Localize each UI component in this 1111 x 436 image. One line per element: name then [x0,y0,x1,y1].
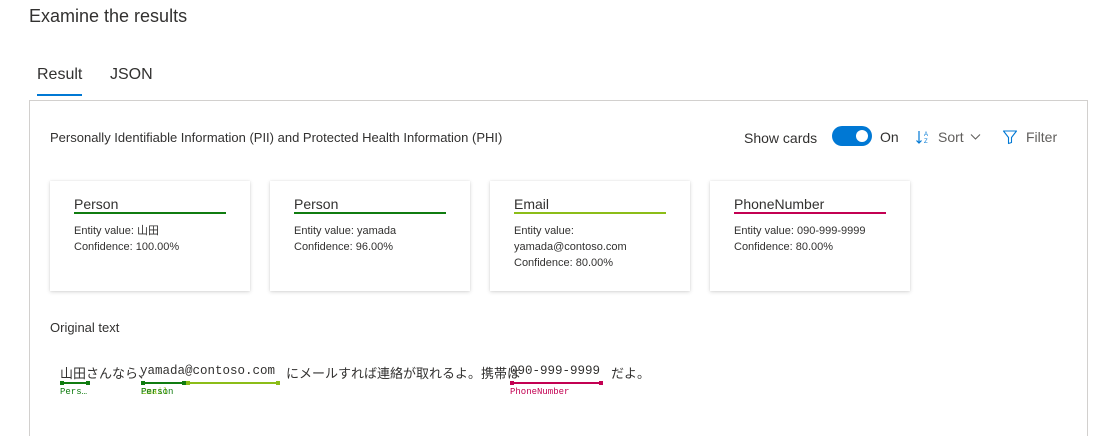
card-details: Entity value: yamada@contoso.com Confide… [514,223,679,271]
text-segment: 090-999-9999 [510,364,601,378]
card-entity-type: Person [294,196,339,212]
entity-tag-phone: PhoneNumber [510,387,570,397]
tab-result[interactable]: Result [37,64,83,96]
card-entity-type: Email [514,196,550,212]
entity-card: PhoneNumber Entity value: 090-999-9999 C… [710,181,910,291]
card-entity-value: Entity value: 山田 [74,225,159,237]
toolbar: Show cards On A Z Sort Filter [30,125,1087,149]
entity-tag-person: Pers… [60,387,88,397]
card-entity-value-label: Entity value: [514,225,574,237]
card-details: Entity value: 090-999-9999 Confidence: 8… [734,223,899,255]
entity-underline [60,381,90,385]
text-segment: だよ。 [611,366,651,381]
text-segment: yamada@contoso.com [140,364,276,378]
card-color-rule [514,212,666,214]
original-text-title: Original text [50,320,120,335]
toggle-state-label: On [880,129,899,145]
card-entity-type: PhoneNumber [734,196,825,212]
toggle-knob [856,130,868,142]
card-details: Entity value: yamada Confidence: 96.00% [294,223,459,255]
card-confidence: Confidence: 100.00% [74,241,180,253]
chevron-down-icon [970,133,981,141]
card-confidence: Confidence: 80.00% [514,257,614,269]
sort-button[interactable]: A Z Sort [915,128,981,146]
svg-text:A: A [924,132,928,138]
card-entity-value: Entity value: 090-999-9999 [734,225,866,237]
filter-button[interactable]: Filter [1002,128,1057,146]
original-text-line: 山田 さんなら、 yamada@contoso.com にメールすれば連絡が取れ… [60,363,860,403]
card-color-rule [294,212,446,214]
card-color-rule [74,212,226,214]
text-segment: 山田 [60,366,87,381]
card-entity-value: yamada@contoso.com [514,241,627,253]
card-confidence: Confidence: 80.00% [734,241,834,253]
entity-underline [141,381,186,385]
card-confidence: Confidence: 96.00% [294,241,394,253]
card-entity-type: Person [74,196,119,212]
text-segment: にメールすれば連絡が取れるよ。携帯は [286,366,521,381]
sort-ascending-icon: A Z [915,129,931,145]
page-title: Examine the results [29,6,188,26]
funnel-icon [1002,129,1018,145]
entity-card: Person Entity value: 山田 Confidence: 100.… [50,181,250,291]
entity-tag-person: Person [141,387,174,397]
show-cards-toggle[interactable] [832,126,872,146]
filter-label: Filter [1026,129,1058,145]
sort-label: Sort [938,129,964,145]
results-panel: Personally Identifiable Information (PII… [29,100,1088,436]
tab-json[interactable]: JSON [110,64,153,96]
show-cards-label: Show cards [744,130,818,146]
svg-text:Z: Z [924,139,928,145]
entity-underline [510,381,603,385]
card-entity-value: Entity value: yamada [294,225,397,237]
card-color-rule [734,212,886,214]
entity-card: Email Entity value: yamada@contoso.com C… [490,181,690,291]
card-details: Entity value: 山田 Confidence: 100.00% [74,223,239,255]
entity-underline [186,381,280,385]
entity-card: Person Entity value: yamada Confidence: … [270,181,470,291]
